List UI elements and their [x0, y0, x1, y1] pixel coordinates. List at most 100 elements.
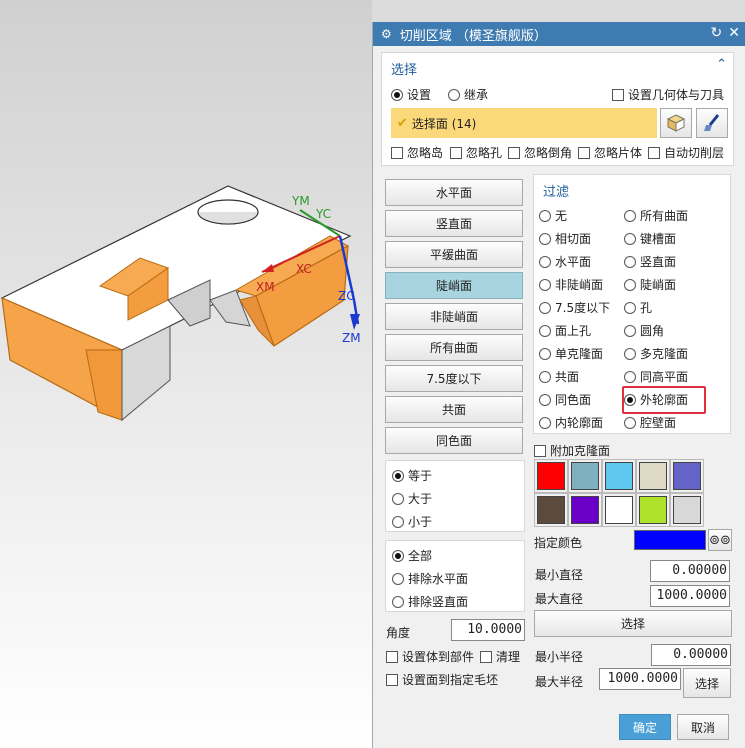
collapse-icon[interactable]: ⌃ [716, 57, 727, 72]
face-button-vertical[interactable]: 竖直面 [385, 210, 523, 237]
filter-panel: 过滤 无相切面水平面非陡峭面 7.5度以下 面上孔单克隆面共面同色面内轮廓面 所有曲… [533, 174, 731, 434]
face-button-all-surfaces[interactable]: 所有曲面 [385, 334, 523, 361]
scope-group: 全部 排除水平面 排除竖直面 [385, 540, 525, 612]
ignore-island-checkbox[interactable]: 忽略岛 [391, 144, 443, 161]
filter-option-right-0[interactable]: 所有曲面 [624, 207, 688, 224]
filter-option-left-2[interactable]: 水平面 [539, 253, 591, 270]
binoculars-icon: ⊚⊚ [709, 532, 731, 548]
radio-less[interactable]: 小于 [392, 513, 432, 530]
ok-button[interactable]: 确定 [619, 714, 671, 740]
filter-header: 过滤 [543, 185, 570, 200]
axis-xm-label: XM [256, 280, 275, 294]
binoculars-button[interactable]: ⊚⊚ [708, 529, 732, 551]
filter-option-right-9[interactable]: 腔壁面 [624, 414, 676, 431]
color-swatch[interactable] [534, 493, 568, 527]
max-radius-label: 最大半径 [535, 675, 584, 689]
cancel-button[interactable]: 取消 [677, 714, 729, 740]
specify-color-label: 指定颜色 [534, 536, 583, 550]
specify-color-swatch[interactable] [634, 530, 706, 550]
face-select-cube-button[interactable] [660, 108, 692, 138]
min-radius-input[interactable]: 0.00000 [651, 644, 731, 666]
color-swatch[interactable] [636, 459, 670, 493]
face-button-non-steep[interactable]: 非陡峭面 [385, 303, 523, 330]
max-radius-input[interactable]: 1000.0000 [599, 668, 681, 690]
color-swatch[interactable] [670, 459, 704, 493]
add-clone-face-checkbox[interactable]: 附加克隆面 [534, 442, 610, 459]
ignore-hole-checkbox[interactable]: 忽略孔 [450, 144, 502, 161]
color-swatch[interactable] [568, 459, 602, 493]
filter-option-left-5[interactable]: 面上孔 [539, 322, 591, 339]
filter-option-left-8[interactable]: 同色面 [539, 391, 591, 408]
filter-option-left-1[interactable]: 相切面 [539, 230, 591, 247]
filter-option-left-0[interactable]: 无 [539, 207, 567, 224]
color-swatch-grid [533, 458, 704, 528]
filter-option-left-4[interactable]: 7.5度以下 [539, 299, 610, 316]
face-button-coplanar[interactable]: 共面 [385, 396, 523, 423]
filter-option-right-3[interactable]: 陡峭面 [624, 276, 676, 293]
max-diameter-input[interactable]: 1000.0000 [650, 585, 730, 607]
color-swatch[interactable] [670, 493, 704, 527]
select-face-field[interactable]: ✔ 选择面 (14) [391, 108, 657, 138]
cut-region-dialog: ⚙ 切削区域 （模圣旗舰版） ↻ ✕ 选择 ⌃ 设置 继承 设置几何体与刀具 ✔… [372, 22, 745, 748]
face-button-below-7-5[interactable]: 7.5度以下 [385, 365, 523, 392]
radio-greater[interactable]: 大于 [392, 490, 432, 507]
angle-label: 角度 [386, 626, 411, 640]
axis-ym-label: YM [292, 194, 310, 208]
select-button-2[interactable]: 选择 [683, 668, 731, 698]
set-face-to-blank-checkbox[interactable]: 设置面到指定毛坯 [386, 671, 498, 688]
select-panel: 选择 ⌃ 设置 继承 设置几何体与刀具 ✔ 选择面 (14) 忽略岛 忽略孔 忽… [381, 52, 734, 166]
filter-option-right-6[interactable]: 多克隆面 [624, 345, 688, 362]
min-radius-label: 最小半径 [535, 650, 584, 664]
diameter-group: 最小直径 0.00000 最大直径 1000.0000 [533, 554, 731, 612]
cube-icon [666, 114, 686, 132]
max-diameter-label: 最大直径 [535, 592, 584, 606]
ignore-sheet-checkbox[interactable]: 忽略片体 [578, 144, 642, 161]
face-button-gentle[interactable]: 平缓曲面 [385, 241, 523, 268]
gear-icon: ⚙ [381, 27, 392, 41]
filter-option-left-6[interactable]: 单克隆面 [539, 345, 603, 362]
select-button[interactable]: 选择 [534, 610, 732, 637]
color-swatch[interactable] [602, 459, 636, 493]
auto-cut-layer-checkbox[interactable]: 自动切削层 [648, 144, 724, 161]
filter-option-right-5[interactable]: 圆角 [624, 322, 664, 339]
axis-xc-label: XC [296, 262, 312, 276]
face-button-steep[interactable]: 陡峭面 [385, 272, 523, 299]
checkmark-icon: ✔ [397, 115, 408, 131]
set-body-to-part-checkbox[interactable]: 设置体到部件 [386, 648, 474, 665]
color-swatch[interactable] [602, 493, 636, 527]
filter-option-right-4[interactable]: 孔 [624, 299, 652, 316]
radio-inherit[interactable]: 继承 [448, 86, 488, 103]
color-swatch[interactable] [534, 459, 568, 493]
compare-group: 等于 大于 小于 [385, 460, 525, 532]
part-model [0, 185, 360, 422]
radio-settings[interactable]: 设置 [391, 86, 431, 103]
face-button-group: 水平面 竖直面 平缓曲面 陡峭面 非陡峭面 所有曲面 7.5度以下 共面 同色面 [381, 174, 533, 458]
ignore-chamfer-checkbox[interactable]: 忽略倒角 [508, 144, 572, 161]
filter-option-right-2[interactable]: 竖直面 [624, 253, 676, 270]
3d-viewport[interactable]: YM YC XC XM ZC ZM [0, 0, 372, 748]
face-button-horizontal[interactable]: 水平面 [385, 179, 523, 206]
close-icon[interactable]: ✕ [728, 25, 740, 41]
min-diameter-input[interactable]: 0.00000 [650, 560, 730, 582]
axis-yc-label: YC [316, 207, 332, 221]
reset-icon[interactable]: ↻ [711, 25, 723, 41]
radio-exclude-vertical[interactable]: 排除竖直面 [392, 593, 468, 610]
filter-option-right-7[interactable]: 同高平面 [624, 368, 688, 385]
radio-equal[interactable]: 等于 [392, 467, 432, 484]
color-swatch[interactable] [568, 493, 602, 527]
face-button-same-color[interactable]: 同色面 [385, 427, 523, 454]
set-geometry-tool-checkbox[interactable]: 设置几何体与刀具 [612, 86, 724, 103]
filter-option-left-9[interactable]: 内轮廓面 [539, 414, 603, 431]
radio-all[interactable]: 全部 [392, 547, 432, 564]
angle-input[interactable]: 10.0000 [451, 619, 525, 641]
filter-option-left-3[interactable]: 非陡峭面 [539, 276, 603, 293]
brush-icon [704, 114, 720, 131]
dialog-titlebar: ⚙ 切削区域 （模圣旗舰版） ↻ ✕ [373, 22, 745, 46]
highlight-box [622, 386, 706, 414]
color-swatch[interactable] [636, 493, 670, 527]
clear-checkbox[interactable]: 清理 [480, 648, 520, 665]
radio-exclude-horizontal[interactable]: 排除水平面 [392, 570, 468, 587]
brush-select-button[interactable] [696, 108, 728, 138]
filter-option-right-1[interactable]: 键槽面 [624, 230, 676, 247]
filter-option-left-7[interactable]: 共面 [539, 368, 579, 385]
